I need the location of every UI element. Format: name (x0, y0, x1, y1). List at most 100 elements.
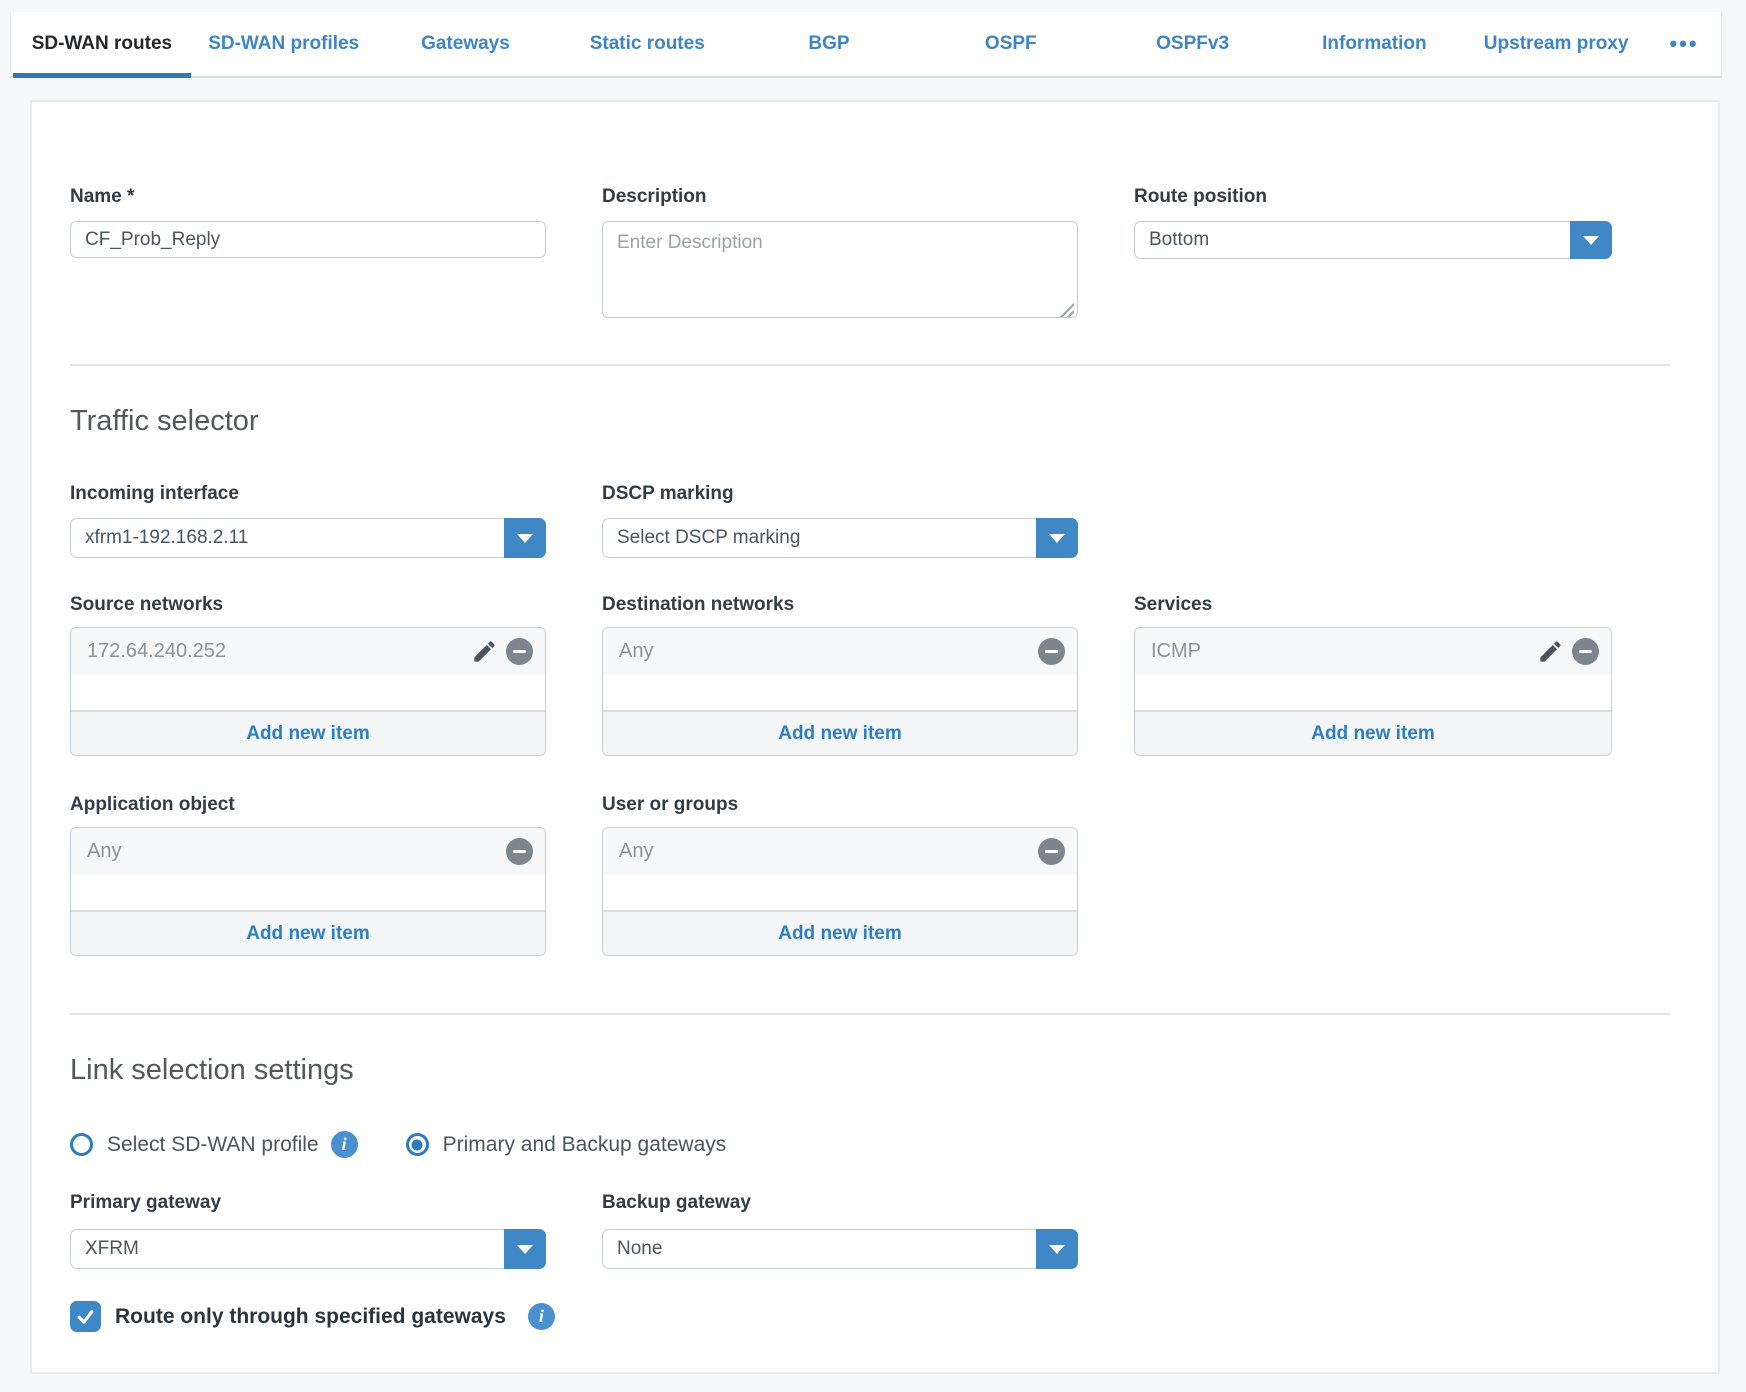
gateways-row: Primary gateway XFRM Backup gateway None (70, 1192, 1670, 1269)
route-position-field-group: Route position Bottom (1134, 186, 1612, 323)
tab-sdwan-profiles[interactable]: SD-WAN profiles (193, 12, 375, 76)
tab-bar: SD-WAN routes SD-WAN profiles Gateways S… (10, 12, 1722, 78)
link-selection-heading: Link selection settings (70, 1054, 1670, 1087)
add-new-item-button[interactable]: Add new item (71, 710, 545, 755)
dscp-value: Select DSCP marking (603, 519, 1036, 557)
primary-gateway-field-group: Primary gateway XFRM (70, 1192, 546, 1269)
remove-icon[interactable] (1572, 638, 1599, 665)
backup-gateway-field-group: Backup gateway None (602, 1192, 1078, 1269)
chevron-down-icon (517, 534, 533, 543)
source-networks-label: Source networks (70, 594, 546, 616)
description-field-group: Description (602, 186, 1078, 323)
sdwan-route-form-card: Name * Description Route position Bottom… (30, 100, 1720, 1374)
tab-sdwan-routes[interactable]: SD-WAN routes (11, 12, 193, 76)
radio-selected-icon[interactable] (406, 1133, 429, 1156)
name-input[interactable] (70, 221, 546, 258)
backup-gateway-label: Backup gateway (602, 1192, 1078, 1214)
services-group: Services ICMP Add new item (1134, 594, 1612, 756)
services-label: Services (1134, 594, 1612, 616)
tab-static-routes[interactable]: Static routes (556, 12, 738, 76)
primary-gateway-label: Primary gateway (70, 1192, 546, 1214)
list-item: Any (603, 828, 1077, 874)
radio-label: Select SD-WAN profile (107, 1133, 319, 1157)
description-textarea[interactable] (602, 221, 1078, 318)
incoming-interface-field-group: Incoming interface xfrm1-192.168.2.11 (70, 483, 546, 558)
remove-icon[interactable] (1038, 638, 1065, 665)
primary-gateway-dropdown-button[interactable] (504, 1229, 546, 1269)
incoming-interface-dropdown-button[interactable] (504, 518, 546, 558)
radio-unselected-icon[interactable] (70, 1133, 93, 1156)
radio-label: Primary and Backup gateways (443, 1133, 727, 1157)
tab-bgp[interactable]: BGP (738, 12, 920, 76)
dscp-label: DSCP marking (602, 483, 1078, 505)
tab-gateways[interactable]: Gateways (375, 12, 557, 76)
primary-gateway-value: XFRM (71, 1230, 504, 1268)
application-users-row: Application object Any Add new item User… (70, 794, 1670, 956)
info-icon[interactable]: i (528, 1303, 555, 1330)
more-tabs-button[interactable]: ••• (1647, 12, 1721, 76)
interface-dscp-row: Incoming interface xfrm1-192.168.2.11 DS… (70, 483, 1670, 558)
networks-services-row: Source networks 172.64.240.252 Add new i… (70, 594, 1670, 756)
radio-option-sdwan-profile[interactable]: Select SD-WAN profile (70, 1133, 319, 1157)
add-new-item-button[interactable]: Add new item (1135, 710, 1611, 755)
list-item: 172.64.240.252 (71, 628, 545, 674)
checkbox-checked-icon[interactable] (70, 1301, 101, 1332)
incoming-interface-label: Incoming interface (70, 483, 546, 505)
route-only-checkbox-row: Route only through specified gateways i (70, 1301, 1670, 1332)
general-settings-row: Name * Description Route position Bottom (70, 186, 1670, 323)
destination-networks-listbox: Any Add new item (602, 627, 1078, 756)
source-networks-listbox: 172.64.240.252 Add new item (70, 627, 546, 756)
incoming-interface-value: xfrm1-192.168.2.11 (71, 519, 504, 557)
name-field-group: Name * (70, 186, 546, 323)
add-new-item-button[interactable]: Add new item (603, 910, 1077, 955)
application-object-label: Application object (70, 794, 546, 816)
tab-ospf[interactable]: OSPF (920, 12, 1102, 76)
route-only-label: Route only through specified gateways (115, 1305, 506, 1329)
ellipsis-icon: ••• (1669, 31, 1698, 57)
chevron-down-icon (1049, 1245, 1065, 1254)
tab-information[interactable]: Information (1283, 12, 1465, 76)
remove-icon[interactable] (506, 838, 533, 865)
user-or-groups-listbox: Any Add new item (602, 827, 1078, 956)
traffic-selector-heading: Traffic selector (70, 405, 1670, 438)
source-networks-group: Source networks 172.64.240.252 Add new i… (70, 594, 546, 756)
dscp-select[interactable]: Select DSCP marking (602, 518, 1078, 558)
link-selection-radio-row: Select SD-WAN profile i Primary and Back… (70, 1131, 1670, 1158)
divider (70, 1013, 1670, 1015)
edit-icon[interactable] (1537, 638, 1564, 665)
name-label: Name * (70, 186, 546, 208)
edit-icon[interactable] (471, 638, 498, 665)
services-listbox: ICMP Add new item (1134, 627, 1612, 756)
route-position-dropdown-button[interactable] (1570, 221, 1612, 259)
add-new-item-button[interactable]: Add new item (603, 710, 1077, 755)
dscp-dropdown-button[interactable] (1036, 518, 1078, 558)
application-object-listbox: Any Add new item (70, 827, 546, 956)
destination-networks-group: Destination networks Any Add new item (602, 594, 1078, 756)
chevron-down-icon (1049, 534, 1065, 543)
description-label: Description (602, 186, 1078, 208)
backup-gateway-value: None (603, 1230, 1036, 1268)
user-or-groups-group: User or groups Any Add new item (602, 794, 1078, 956)
dscp-field-group: DSCP marking Select DSCP marking (602, 483, 1078, 558)
info-icon[interactable]: i (331, 1131, 358, 1158)
tab-upstream-proxy[interactable]: Upstream proxy (1465, 12, 1647, 76)
incoming-interface-select[interactable]: xfrm1-192.168.2.11 (70, 518, 546, 558)
destination-networks-label: Destination networks (602, 594, 1078, 616)
remove-icon[interactable] (506, 638, 533, 665)
route-position-value: Bottom (1135, 222, 1570, 258)
backup-gateway-dropdown-button[interactable] (1036, 1229, 1078, 1269)
backup-gateway-select[interactable]: None (602, 1229, 1078, 1269)
list-item: Any (71, 828, 545, 874)
application-object-group: Application object Any Add new item (70, 794, 546, 956)
chevron-down-icon (1583, 236, 1599, 245)
route-position-select[interactable]: Bottom (1134, 221, 1612, 259)
remove-icon[interactable] (1038, 838, 1065, 865)
primary-gateway-select[interactable]: XFRM (70, 1229, 546, 1269)
route-position-label: Route position (1134, 186, 1612, 208)
radio-option-primary-backup[interactable]: Primary and Backup gateways (406, 1133, 727, 1157)
tab-ospfv3[interactable]: OSPFv3 (1102, 12, 1284, 76)
add-new-item-button[interactable]: Add new item (71, 910, 545, 955)
list-item: Any (603, 628, 1077, 674)
chevron-down-icon (517, 1245, 533, 1254)
divider (70, 364, 1670, 366)
